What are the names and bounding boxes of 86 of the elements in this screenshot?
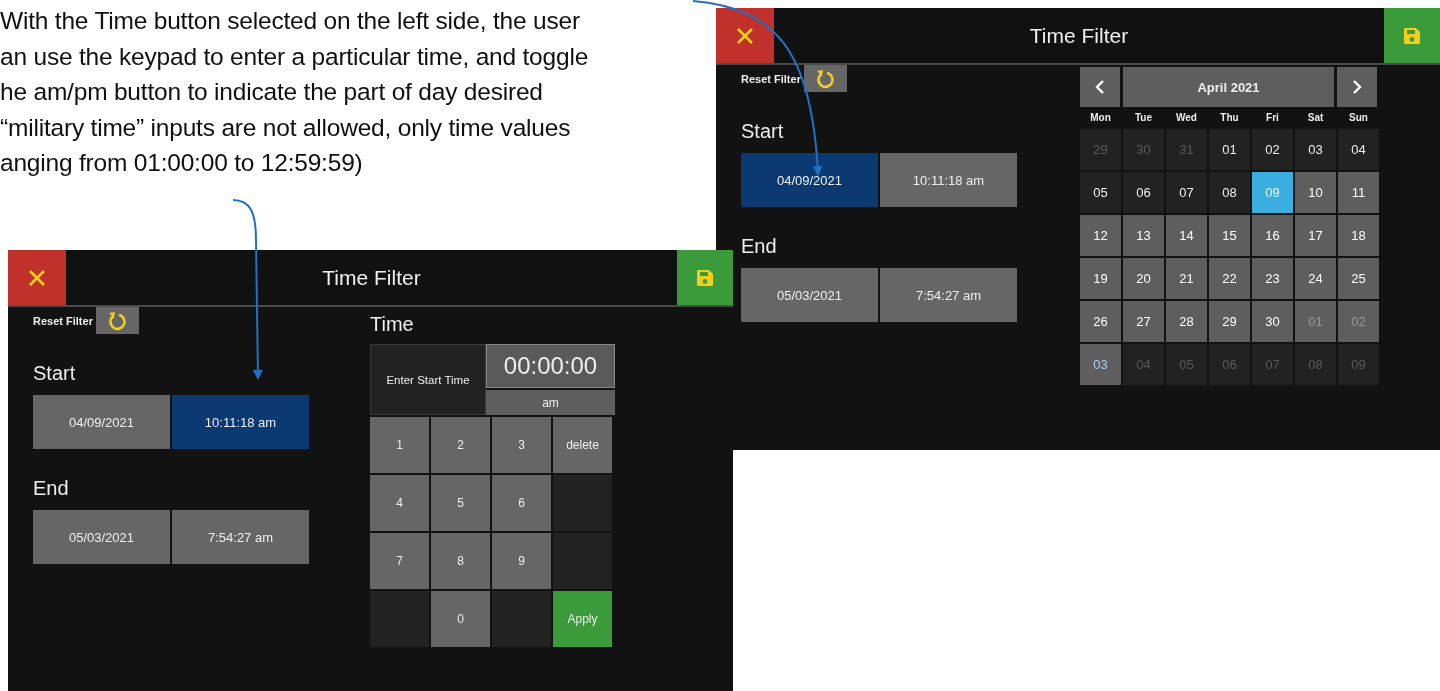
time-heading: Time (370, 313, 415, 336)
digit-key[interactable]: 5 (431, 475, 490, 531)
calendar-day[interactable]: 25 (1338, 258, 1379, 299)
digit-key[interactable]: 6 (492, 475, 551, 531)
weekday-label: Mon (1089, 111, 1112, 125)
chevron-left-icon (1095, 80, 1105, 94)
calendar-day[interactable]: 21 (1166, 258, 1207, 299)
weekday-label: Sat (1306, 111, 1325, 125)
start-label: Start (741, 120, 785, 143)
calendar-day[interactable]: 03 (1080, 344, 1121, 385)
calendar-day[interactable]: 29 (1209, 301, 1250, 342)
calendar-day[interactable]: 23 (1252, 258, 1293, 299)
end-date-button[interactable]: 05/03/2021 (33, 510, 170, 564)
close-icon (736, 26, 754, 45)
calendar-day[interactable]: 30 (1252, 301, 1293, 342)
digit-key[interactable]: 0 (431, 591, 490, 647)
caption-paragraph: With the Time button selected on the left side, the user an use the keypad to enter a particular time, and toggle he am/pm button to indicate the part of day desired “military time” inputs are not allowed, only time values anging from 01:00:00 to 12:59:59) (0, 6, 589, 178)
calendar-day[interactable]: 14 (1166, 215, 1207, 256)
start-time-button[interactable]: 10:11:18 am (172, 395, 309, 449)
calendar-day[interactable]: 05 (1080, 172, 1121, 213)
weekday-label: Fri (1265, 111, 1280, 125)
digit-key[interactable]: 3 (492, 417, 551, 473)
delete-key[interactable]: delete (553, 417, 612, 473)
end-date-button[interactable]: 05/03/2021 (741, 268, 878, 322)
close-button[interactable] (8, 250, 66, 305)
digit-key[interactable]: 4 (370, 475, 429, 531)
end-time-button[interactable]: 7:54:27 am (172, 510, 309, 564)
end-time-button[interactable]: 7:54:27 am (880, 268, 1017, 322)
window-title: Time Filter (321, 265, 422, 291)
calendar-day[interactable]: 02 (1252, 129, 1293, 170)
calendar-day[interactable]: 03 (1295, 129, 1336, 170)
digit-key[interactable]: 8 (431, 533, 490, 589)
calendar-day[interactable]: 16 (1252, 215, 1293, 256)
reset-filter-button[interactable] (95, 307, 139, 334)
calendar-day[interactable]: 19 (1080, 258, 1121, 299)
digit-key[interactable]: 9 (492, 533, 551, 589)
calendar-day[interactable]: 22 (1209, 258, 1250, 299)
digit-key[interactable]: 1 (370, 417, 429, 473)
reset-icon (106, 309, 129, 332)
reset-icon (814, 67, 837, 90)
calendar-day[interactable]: 17 (1295, 215, 1336, 256)
calendar-day[interactable]: 08 (1209, 172, 1250, 213)
calendar-day[interactable]: 01 (1209, 129, 1250, 170)
calendar-day[interactable]: 07 (1166, 172, 1207, 213)
reset-filter-label: Reset Filter (33, 314, 93, 327)
digit-key[interactable]: 7 (370, 533, 429, 589)
weekday-label: Thu (1219, 111, 1240, 125)
calendar-day[interactable]: 06 (1123, 172, 1164, 213)
save-icon (695, 267, 715, 288)
weekday-label: Wed (1175, 111, 1198, 125)
calendar-day[interactable]: 18 (1338, 215, 1379, 256)
close-button[interactable] (716, 8, 774, 63)
start-time-button[interactable]: 10:11:18 am (880, 153, 1017, 207)
weekday-label: Sun (1348, 111, 1369, 125)
prompt-label: Enter Start Time (370, 344, 486, 415)
calendar-day[interactable]: 20 (1123, 258, 1164, 299)
calendar-day[interactable]: 04 (1338, 129, 1379, 170)
end-label: End (33, 477, 70, 500)
start-label: Start (33, 362, 77, 385)
month-title: April 2021 (1123, 67, 1334, 107)
previous-month-button[interactable] (1080, 67, 1120, 107)
calendar-day[interactable]: 11 (1338, 172, 1379, 213)
calendar-day[interactable]: 27 (1123, 301, 1164, 342)
calendar-day[interactable]: 26 (1080, 301, 1121, 342)
start-date-button[interactable]: 04/09/2021 (741, 153, 878, 207)
digit-key[interactable]: 2 (431, 417, 490, 473)
weekday-label: Tue (1133, 111, 1153, 125)
calendar-day[interactable]: 24 (1295, 258, 1336, 299)
save-button[interactable] (1384, 8, 1440, 63)
calendar-day[interactable]: 13 (1123, 215, 1164, 256)
apply-button[interactable]: Apply (553, 591, 612, 647)
calendar-day[interactable]: 15 (1209, 215, 1250, 256)
reset-filter-label: Reset Filter (741, 72, 801, 85)
end-label: End (741, 235, 778, 258)
calendar-day[interactable]: 28 (1166, 301, 1207, 342)
calendar-day[interactable]: 12 (1080, 215, 1121, 256)
next-month-button[interactable] (1337, 67, 1377, 107)
save-button[interactable] (677, 250, 733, 305)
close-icon (28, 268, 46, 287)
save-icon (1402, 25, 1422, 46)
time-display: 00:00:00 (486, 344, 615, 388)
start-date-button[interactable]: 04/09/2021 (33, 395, 170, 449)
am-pm-toggle[interactable]: am (486, 390, 615, 415)
calendar-day[interactable]: 10 (1295, 172, 1336, 213)
chevron-right-icon (1352, 80, 1362, 94)
window-title: Time Filter (1028, 23, 1130, 49)
